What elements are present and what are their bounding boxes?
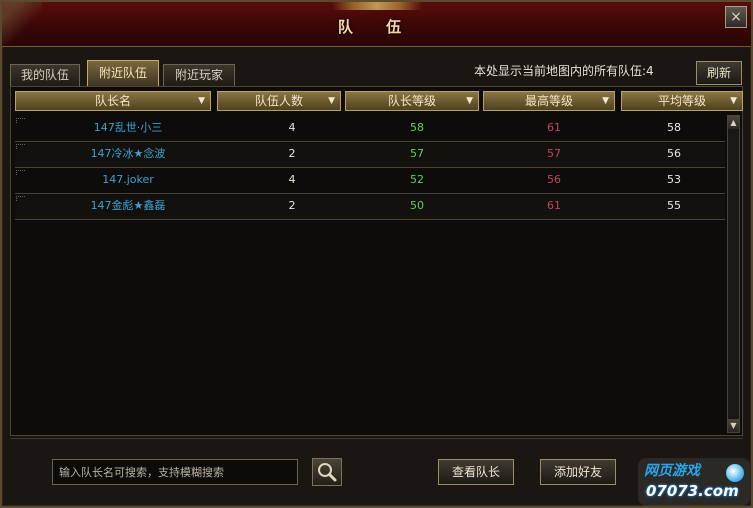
column-header-label: 队长名 [94, 94, 131, 108]
close-button[interactable]: × [725, 6, 747, 28]
table-scrollbar[interactable]: ▲ ▼ [727, 115, 740, 433]
scroll-up-icon[interactable]: ▲ [728, 116, 739, 129]
column-header-leader-level[interactable]: 队长等级 ▼ [345, 91, 479, 111]
table-row[interactable]: 147冷冰★念波 2 57 57 56 [15, 143, 725, 168]
column-header-label: 最高等级 [524, 94, 573, 108]
title-bar[interactable]: 队 伍 × [2, 2, 751, 47]
mascot-icon [726, 464, 744, 482]
leader-search-input[interactable] [52, 459, 298, 485]
tab-my-team[interactable]: 我的队伍 [10, 64, 80, 86]
sort-arrow-icon: ▼ [198, 96, 205, 106]
max-level-cell: 56 [547, 173, 561, 186]
column-header-label: 队长等级 [387, 94, 436, 108]
team-count-text: 本处显示当前地图内的所有队伍:4 [474, 64, 654, 78]
refresh-button[interactable]: 刷新 [696, 61, 742, 85]
average-level-cell: 53 [667, 173, 681, 186]
window-title: 队 伍 [337, 18, 416, 36]
leader-level-cell: 50 [410, 199, 424, 212]
average-level-cell: 58 [667, 121, 681, 134]
team-window: 队 伍 × 我的队伍 附近队伍 附近玩家 本处显示当前地图内的所有队伍:4 刷新… [0, 0, 753, 508]
tab-nearby-players[interactable]: 附近玩家 [163, 64, 235, 86]
sort-arrow-icon: ▼ [466, 96, 473, 106]
leader-name-cell: 147金彪★鑫磊 [90, 199, 166, 212]
search-button[interactable] [312, 458, 342, 486]
sort-arrow-icon: ▼ [602, 96, 609, 106]
search-icon [318, 463, 337, 482]
table-row[interactable]: 147金彪★鑫磊 2 50 61 55 [15, 195, 725, 220]
leader-name-cell: 147冷冰★念波 [90, 147, 166, 160]
leader-name-cell: 147乱世·小三 [93, 121, 163, 134]
column-header-max-level[interactable]: 最高等级 ▼ [483, 91, 615, 111]
watermark-text-top: 网页游戏 [644, 463, 700, 479]
tab-nearby-teams[interactable]: 附近队伍 [87, 60, 159, 86]
table-row[interactable]: 147.joker 4 52 56 53 [15, 169, 725, 194]
average-level-cell: 56 [667, 147, 681, 160]
sort-arrow-icon: ▼ [328, 96, 335, 106]
close-icon: × [730, 9, 742, 25]
add-friend-button[interactable]: 添加好友 [540, 459, 616, 485]
view-leader-button[interactable]: 查看队长 [438, 459, 514, 485]
leader-level-cell: 57 [410, 147, 424, 160]
sort-arrow-icon: ▼ [730, 96, 737, 106]
average-level-cell: 55 [667, 199, 681, 212]
column-header-label: 队伍人数 [254, 94, 303, 108]
max-level-cell: 57 [547, 147, 561, 160]
team-table: 队长名 ▼ 队伍人数 ▼ 队长等级 ▼ 最高等级 ▼ 平均等级 ▼ 147乱世·… [10, 86, 743, 436]
column-header-leader-name[interactable]: 队长名 ▼ [15, 91, 211, 111]
column-header-member-count[interactable]: 队伍人数 ▼ [217, 91, 341, 111]
bottom-action-bar: 查看队长 添加好友 [10, 438, 743, 502]
watermark-text-bottom: 07073.com [646, 482, 739, 500]
leader-level-cell: 52 [410, 173, 424, 186]
column-header-label: 平均等级 [657, 94, 706, 108]
table-row[interactable]: 147乱世·小三 4 58 61 58 [15, 117, 725, 142]
max-level-cell: 61 [547, 121, 561, 134]
leader-level-cell: 58 [410, 121, 424, 134]
title-ornament [332, 2, 422, 10]
column-header-average-level[interactable]: 平均等级 ▼ [621, 91, 743, 111]
max-level-cell: 61 [547, 199, 561, 212]
leader-name-cell: 147.joker [102, 173, 154, 186]
scroll-down-icon[interactable]: ▼ [728, 419, 739, 432]
site-watermark: 网页游戏 07073.com [638, 458, 750, 506]
